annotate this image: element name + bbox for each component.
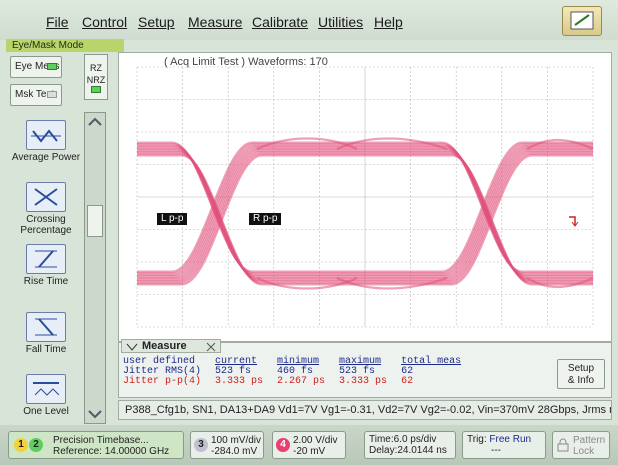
meas-one-level-label: One Level xyxy=(23,406,69,417)
maximize-button[interactable] xyxy=(562,6,602,36)
window-icon xyxy=(570,11,594,30)
right-pp-marker[interactable]: R p-p xyxy=(249,213,282,225)
close-icon[interactable] xyxy=(206,342,216,352)
meas-fall-time[interactable]: Fall Time xyxy=(10,312,82,355)
ch3-scale: 100 mV/div xyxy=(211,435,262,446)
measure-tab[interactable]: Measure xyxy=(121,339,221,353)
waveform-display[interactable]: ( Acq Limit Test ) Waveforms: 170 L p-p … xyxy=(118,52,612,342)
trigger-mode: Free Run xyxy=(489,434,532,445)
channel-2-icon: 2 xyxy=(29,438,43,452)
bottom-status-strip: 1 2 Precision Timebase... Reference: 14.… xyxy=(0,425,618,465)
pattern-lock-button[interactable]: Pattern Lock xyxy=(552,431,610,459)
channel-3-icon: 3 xyxy=(194,438,208,452)
menu-bar: File Control Setup Measure Calibrate Uti… xyxy=(0,0,618,40)
horizontal-settings[interactable]: Time:6.0 ps/div Delay:24.0144 ns xyxy=(364,431,456,459)
ch4-offset: -20 mV xyxy=(293,446,326,457)
meas-crossing-percentage-label: Crossing Percentage xyxy=(20,214,72,236)
timebase-button[interactable]: 1 2 Precision Timebase... Reference: 14.… xyxy=(8,431,184,459)
menu-help[interactable]: Help xyxy=(374,14,403,30)
nrz-option[interactable]: NRZ xyxy=(85,75,107,85)
measurement-table: user defined current minimum maximum tot… xyxy=(123,357,475,387)
setup-info-label-1: Setup xyxy=(567,363,595,374)
ch3-offset: -284.0 mV xyxy=(211,446,258,457)
rise-time-icon xyxy=(26,244,66,274)
lock-icon xyxy=(557,438,569,452)
meas-rise-time-label: Rise Time xyxy=(23,276,69,287)
row-total: 62 xyxy=(401,376,414,387)
menu-control[interactable]: Control xyxy=(82,14,127,30)
rz-option[interactable]: RZ xyxy=(85,63,107,73)
channel-4-icon: 4 xyxy=(276,438,290,452)
meas-average-power-label: Average Power xyxy=(11,152,81,163)
meas-crossing-percentage[interactable]: Crossing Percentage xyxy=(10,182,82,236)
measurement-scrollbar[interactable] xyxy=(84,112,106,424)
row-maximum: 3.333 ps xyxy=(339,376,388,387)
average-power-icon xyxy=(26,120,66,150)
meas-fall-time-label: Fall Time xyxy=(25,344,67,355)
setup-info-button[interactable]: Setup & Info xyxy=(557,359,605,389)
nrz-indicator xyxy=(91,86,101,93)
row-minimum: 2.267 ps xyxy=(277,376,326,387)
trigger-level-icon[interactable] xyxy=(567,211,579,231)
msk-test-button[interactable]: Msk Test xyxy=(10,84,62,106)
collapse-chevron-icon[interactable] xyxy=(125,342,139,352)
channel-4-settings[interactable]: 4 2.00 V/div -20 mV xyxy=(272,431,346,459)
measurement-list: Average Power Crossing Percentage Rise T… xyxy=(10,112,82,424)
row-name: Jitter p-p(4) xyxy=(123,376,202,387)
acquisition-status: ( Acq Limit Test ) Waveforms: 170 xyxy=(164,56,328,68)
measure-panel: Measure user defined current minimum max… xyxy=(118,339,612,398)
fall-time-icon xyxy=(26,312,66,342)
meas-rise-time[interactable]: Rise Time xyxy=(10,244,82,287)
one-level-icon xyxy=(26,374,66,404)
pattern-lock-line1: Pattern xyxy=(573,435,606,446)
eye-meas-button[interactable]: Eye Meas xyxy=(10,56,62,78)
eye-meas-indicator xyxy=(47,63,57,70)
row-current: 3.333 ps xyxy=(215,376,264,387)
setup-info-label-2: & Info xyxy=(567,375,595,386)
scroll-thumb[interactable] xyxy=(87,205,103,237)
delay-value: Delay:24.0144 ns xyxy=(369,445,447,456)
rz-nrz-selector[interactable]: RZ NRZ xyxy=(84,54,108,100)
pattern-lock-line2: Lock xyxy=(573,446,595,457)
channel-1-icon: 1 xyxy=(14,438,28,452)
trigger-secondary: --- xyxy=(491,445,501,456)
menu-file[interactable]: File xyxy=(46,14,69,30)
menu-utilities[interactable]: Utilities xyxy=(318,14,363,30)
ch4-scale: 2.00 V/div xyxy=(293,435,338,446)
menu-setup[interactable]: Setup xyxy=(138,14,175,30)
trigger-settings[interactable]: Trig: Free Run --- xyxy=(462,431,546,459)
menu-calibrate[interactable]: Calibrate xyxy=(252,14,308,30)
channel-3-settings[interactable]: 3 100 mV/div -284.0 mV xyxy=(190,431,264,459)
time-per-div: Time:6.0 ps/div xyxy=(369,434,437,445)
scroll-up-icon[interactable] xyxy=(85,115,105,129)
meas-one-level[interactable]: One Level xyxy=(10,374,82,417)
left-panel: Eye Meas Msk Test RZ NRZ Average Power C… xyxy=(6,52,114,424)
scroll-down-icon[interactable] xyxy=(85,407,105,421)
trigger-label: Trig: xyxy=(467,434,487,445)
meas-average-power[interactable]: Average Power xyxy=(10,120,82,163)
timebase-reference: Reference: 14.00000 GHz xyxy=(53,446,170,457)
table-row[interactable]: Jitter p-p(4) 3.333 ps 2.267 ps 3.333 ps… xyxy=(123,377,475,387)
waveform-label: P388_Cfg1b, SN1, DA13+DA9 Vd1=7V Vg1=-0.… xyxy=(118,400,612,420)
timebase-mode: Precision Timebase... xyxy=(53,435,149,446)
mode-label: Eye/Mask Mode xyxy=(6,39,124,52)
menu-measure[interactable]: Measure xyxy=(188,14,242,30)
crossing-percentage-icon xyxy=(26,182,66,212)
eye-diagram xyxy=(136,66,594,328)
measure-tab-title: Measure xyxy=(142,340,187,352)
left-pp-marker[interactable]: L p-p xyxy=(157,213,188,225)
msk-test-indicator xyxy=(47,91,57,98)
